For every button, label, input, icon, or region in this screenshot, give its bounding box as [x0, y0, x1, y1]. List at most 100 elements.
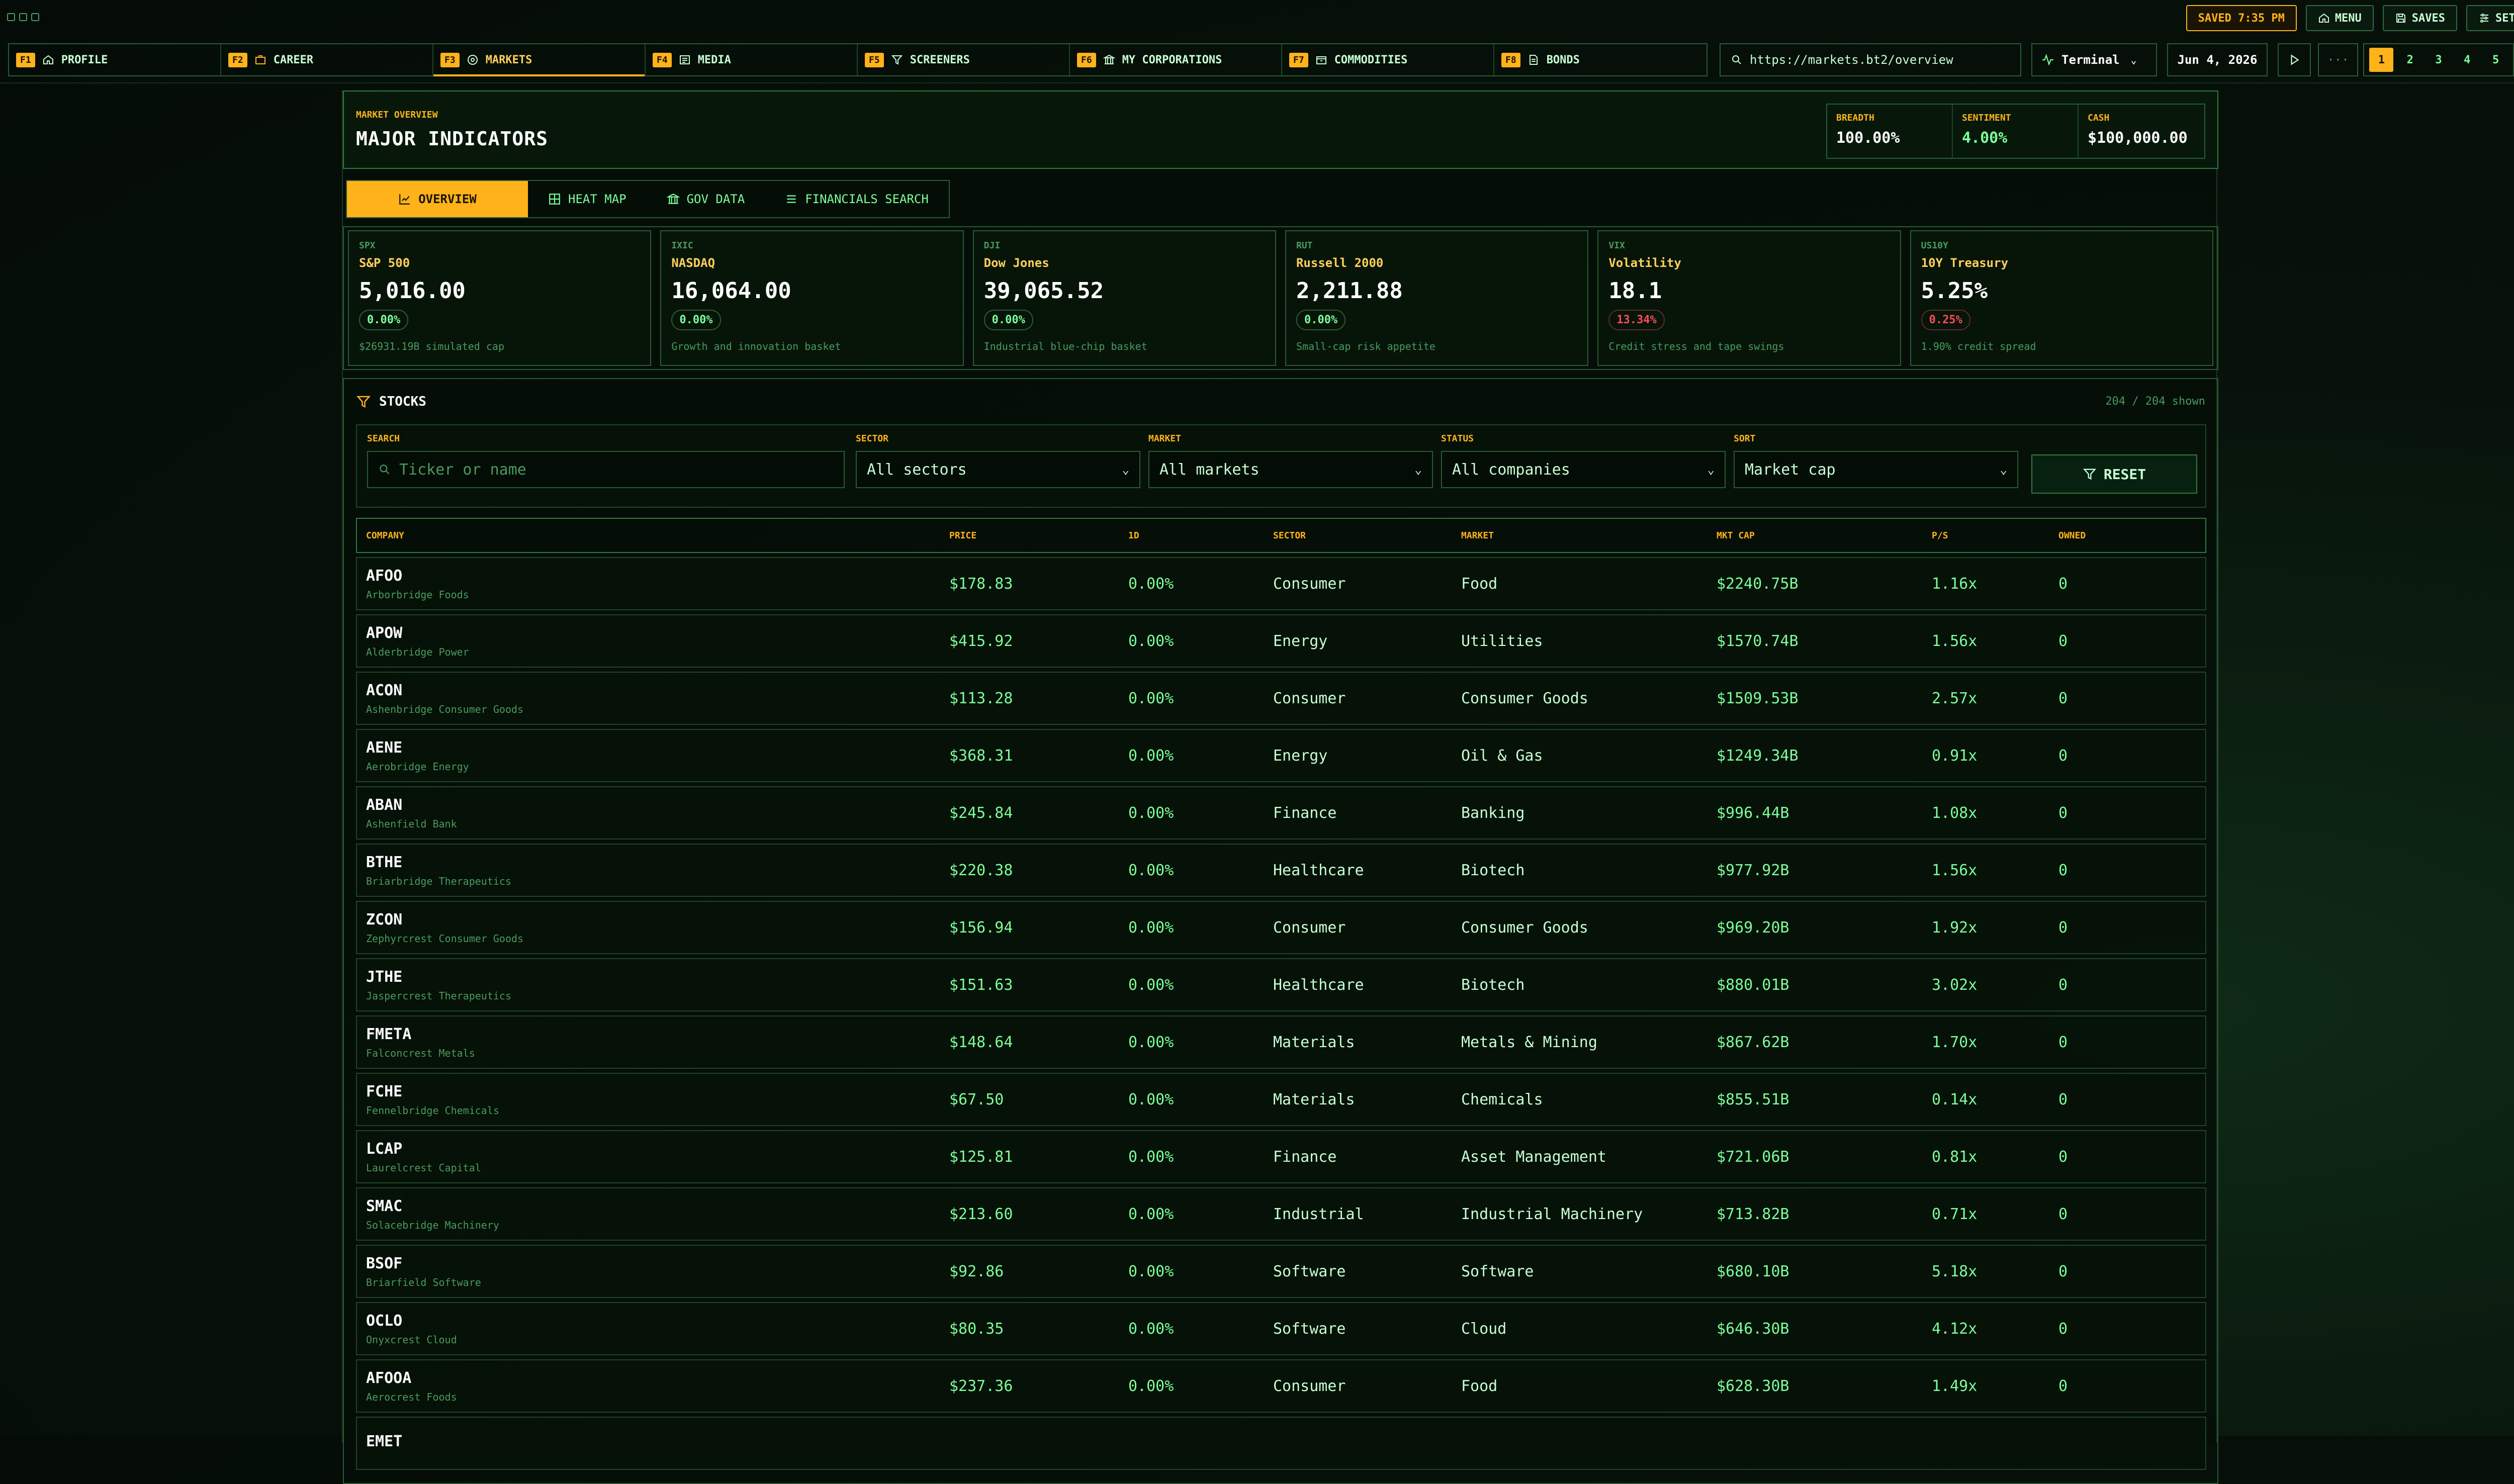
status-select[interactable]: All companies ⌄ — [1441, 451, 1726, 488]
table-row[interactable]: AFOO Arborbridge Foods $178.83 0.00% Consume… — [356, 557, 2206, 610]
nav-tab-bonds[interactable]: F8 BONDS — [1494, 44, 1707, 75]
stock-ticker: ZCON — [366, 910, 403, 929]
page-2[interactable]: 2 — [2398, 48, 2422, 72]
nav-tab-screeners[interactable]: F5 SCREENERS — [858, 44, 1070, 75]
chevron-down-icon: ⌄ — [1707, 462, 1715, 477]
tab-overview[interactable]: OVERVIEW — [347, 181, 528, 217]
table-row[interactable]: AFOOA Aerocrest Foods $237.36 0.00% Consumer… — [356, 1359, 2206, 1413]
index-note: Credit stress and tape swings — [1608, 340, 1784, 352]
table-row[interactable]: LCAP Laurelcrest Capital $125.81 0.00% Finan… — [356, 1130, 2206, 1183]
sector-cell: Energy — [1273, 632, 1328, 650]
sort-select[interactable]: Market cap ⌄ — [1734, 451, 2018, 488]
page-4[interactable]: 4 — [2455, 48, 2479, 72]
change-cell: 0.00% — [1128, 747, 1174, 765]
sector-select[interactable]: All sectors ⌄ — [856, 451, 1140, 488]
tab-financials-search[interactable]: FINANCIALS SEARCH — [765, 181, 949, 217]
sector-cell: Consumer — [1273, 689, 1346, 707]
search-input[interactable]: Ticker or name — [367, 451, 845, 488]
sector-cell: Software — [1273, 1320, 1346, 1338]
market-cell: Metals & Mining — [1461, 1033, 1597, 1051]
table-row[interactable]: BSOF Briarfield Software $92.86 0.00% Softwa… — [356, 1245, 2206, 1298]
index-cards: SPX S&P 500 5,016.00 0.00% $26931.19B si… — [343, 226, 2218, 370]
table-row[interactable]: AENE Aerobridge Energy $368.31 0.00% Energy O… — [356, 729, 2206, 782]
column-header[interactable]: PRICE — [940, 530, 1119, 541]
status-group: STATUS All companies ⌄ — [1441, 433, 1726, 488]
index-ticker: RUT — [1296, 240, 1313, 251]
company-cell: SMAC Solacebridge Machinery — [357, 1197, 940, 1231]
menu-button[interactable]: MENU — [2305, 5, 2374, 31]
market-cell: Banking — [1461, 804, 1525, 822]
nav-tab-markets[interactable]: F3 MARKETS — [433, 44, 646, 76]
saves-button[interactable]: SAVES — [2382, 5, 2458, 31]
stock-ticker: LCAP — [366, 1140, 403, 1158]
company-cell: APOW Alderbridge Power — [357, 624, 940, 658]
more-button[interactable]: ··· — [2318, 43, 2358, 76]
sector-cell: Consumer — [1273, 918, 1346, 937]
nav-tab-my-corporations[interactable]: F6 MY CORPORATIONS — [1070, 44, 1282, 75]
sector-cell: Finance — [1273, 1148, 1337, 1166]
tab-label: FINANCIALS SEARCH — [805, 192, 929, 206]
market-cap-cell: $969.20B — [1717, 918, 1789, 937]
index-name: S&P 500 — [359, 256, 410, 270]
index-card-spx[interactable]: SPX S&P 500 5,016.00 0.00% $26931.19B si… — [348, 230, 652, 366]
ps-cell: 0.14x — [1932, 1090, 1978, 1108]
index-price: 2,211.88 — [1296, 278, 1403, 304]
column-header[interactable]: OWNED — [2049, 530, 2200, 541]
column-header[interactable]: SECTOR — [1264, 530, 1452, 541]
table-row[interactable]: ABAN Ashenfield Bank $245.84 0.00% Finance Ba… — [356, 786, 2206, 840]
page-5[interactable]: 5 — [2484, 48, 2508, 72]
page-3[interactable]: 3 — [2427, 48, 2451, 72]
column-header[interactable]: P/S — [1923, 530, 2049, 541]
sector-group: SECTOR All sectors ⌄ — [856, 433, 1140, 488]
market-cell: Cloud — [1461, 1320, 1507, 1338]
table-row[interactable]: BTHE Briarbridge Therapeutics $220.38 0.00%… — [356, 844, 2206, 897]
stock-ticker: AENE — [366, 738, 403, 757]
table-row[interactable]: EMET — [356, 1417, 2206, 1470]
nav-tab-commodities[interactable]: F7 COMMODITIES — [1282, 44, 1494, 75]
table-row[interactable]: FCHE Fennelbridge Chemicals $67.50 0.00% Mat… — [356, 1073, 2206, 1126]
crate-icon — [1316, 56, 1326, 64]
reset-button[interactable]: RESET — [2031, 454, 2197, 494]
nav-tab-career[interactable]: F2 CAREER — [221, 44, 433, 75]
page-1[interactable]: 1 — [2369, 48, 2394, 72]
tab-heat-map[interactable]: HEAT MAP — [528, 181, 647, 217]
table-row[interactable]: OCLO Onyxcrest Cloud $80.35 0.00% Software Cl… — [356, 1302, 2206, 1355]
ps-cell: 1.49x — [1932, 1377, 1978, 1395]
tab-label: HEAT MAP — [568, 192, 626, 206]
chevron-down-icon: ⌄ — [1414, 462, 1422, 477]
window-controls[interactable] — [7, 13, 39, 21]
table-row[interactable]: JTHE Jaspercrest Therapeutics $151.63 0.00%… — [356, 958, 2206, 1011]
index-change: 0.00% — [983, 310, 1033, 330]
index-card-ixic[interactable]: IXIC NASDAQ 16,064.00 0.00% Growth and i… — [660, 230, 964, 366]
play-button[interactable] — [2278, 43, 2311, 76]
price-cell: $92.86 — [949, 1262, 1004, 1280]
column-header[interactable]: 1D — [1119, 530, 1264, 541]
url-bar[interactable]: https://markets.bt2/overview — [1720, 43, 2021, 76]
table-row[interactable]: SMAC Solacebridge Machinery $213.60 0.00% In… — [356, 1187, 2206, 1241]
index-card-rut[interactable]: RUT Russell 2000 2,211.88 0.00% Small-ca… — [1285, 230, 1589, 366]
column-header[interactable]: MKT CAP — [1708, 530, 1923, 541]
table-row[interactable]: ACON Ashenbridge Consumer Goods $113.28 0.0… — [356, 672, 2206, 725]
search-icon — [1732, 55, 1741, 64]
tab-gov-data[interactable]: GOV DATA — [647, 181, 765, 217]
table-row[interactable]: APOW Alderbridge Power $415.92 0.00% Energy U… — [356, 614, 2206, 668]
stock-ticker: BSOF — [366, 1254, 403, 1272]
nav-tab-label: MY CORPORATIONS — [1122, 53, 1222, 66]
table-row[interactable]: FMETA Falconcrest Metals $148.64 0.00% Mater… — [356, 1015, 2206, 1069]
column-header[interactable]: COMPANY — [357, 530, 940, 541]
index-card-dji[interactable]: DJI Dow Jones 39,065.52 0.00% Industrial… — [972, 230, 1276, 366]
nav-tab-profile[interactable]: F1 PROFILE — [9, 44, 221, 75]
index-card-us10y[interactable]: US10Y 10Y Treasury 5.25% 0.25% 1.90% cre… — [1910, 230, 2213, 366]
nav-tab-media[interactable]: F4 MEDIA — [646, 44, 858, 75]
column-header[interactable]: MARKET — [1452, 530, 1708, 541]
market-cap-cell: $1249.34B — [1717, 747, 1799, 765]
building-icon — [666, 194, 680, 204]
table-row[interactable]: ZCON Zephyrcrest Consumer Goods $156.94 0.0… — [356, 901, 2206, 954]
company-name: Arborbridge Foods — [366, 588, 469, 601]
activity-icon — [2042, 53, 2053, 66]
index-note: Small-cap risk appetite — [1296, 340, 1435, 352]
index-card-vix[interactable]: VIX Volatility 18.1 13.34% Credit stress… — [1597, 230, 1901, 366]
settings-button[interactable]: SETTINGS — [2466, 5, 2514, 31]
market-select[interactable]: All markets ⌄ — [1148, 451, 1433, 488]
terminal-select[interactable]: Terminal ⌄ — [2031, 43, 2157, 76]
